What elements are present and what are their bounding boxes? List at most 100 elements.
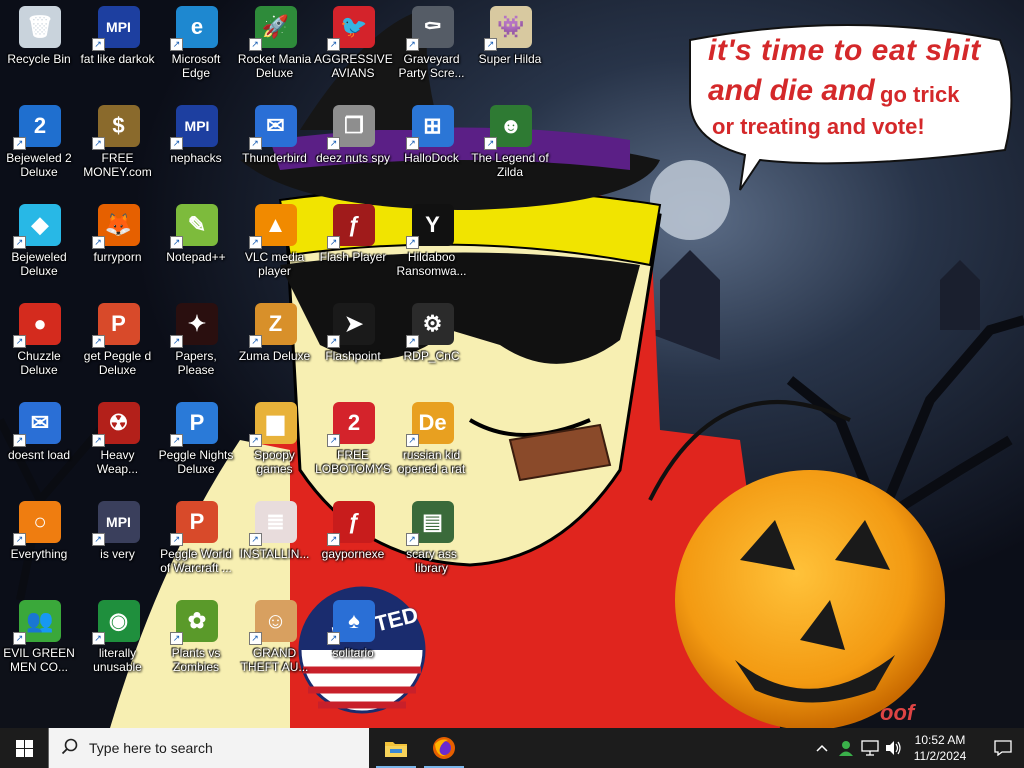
action-center-button[interactable]	[982, 728, 1024, 768]
desktop-icon-label: EVIL GREEN MEN CO...	[3, 646, 75, 674]
shortcut-arrow-icon: ↗	[405, 236, 419, 249]
shortcut-arrow-icon: ↗	[170, 137, 183, 150]
file-explorer-icon	[385, 742, 407, 757]
shortcut-arrow-icon: ↗	[405, 533, 419, 546]
desktop-icon-label: deez nuts spy	[315, 151, 391, 165]
start-button[interactable]	[0, 728, 48, 768]
desktop-icon[interactable]: ▤ ↗ scary ass library	[393, 495, 471, 591]
shortcut-arrow-icon: ↗	[327, 632, 340, 645]
desktop-icon-label: gaypornexe	[321, 547, 385, 561]
desktop-icon-label: russian kid opened a rat	[397, 448, 466, 476]
desktop-icon[interactable]: ƒ ↗ gaypornexe	[314, 495, 392, 591]
shortcut-arrow-icon: ↗	[170, 632, 183, 645]
speech-bubble-text: it's time to eat shit and die and go tri…	[688, 24, 1006, 164]
search-placeholder: Type here to search	[89, 740, 213, 756]
desktop-icon[interactable]: 🚀 ↗ Rocket Mania Deluxe	[236, 0, 314, 96]
desktop-icon[interactable]: ✿ ↗ Plants vs Zombies	[157, 594, 235, 690]
desktop-icon[interactable]: P ↗ get Peggle d Deluxe	[79, 297, 157, 393]
desktop-icon[interactable]: ➤ ↗ Flashpoint	[314, 297, 392, 393]
desktop-icon[interactable]: ♠ ↗ solitario	[314, 594, 392, 690]
shortcut-arrow-icon: ↗	[170, 38, 183, 51]
chevron-up-icon	[816, 744, 828, 752]
desktop-icon[interactable]: ⚰ ↗ Graveyard Party Scre...	[393, 0, 471, 96]
taskbar-search-box[interactable]: Type here to search	[48, 728, 369, 768]
shortcut-arrow-icon: ↗	[327, 38, 340, 51]
shortcut-arrow-icon: ↗	[13, 434, 26, 447]
corner-text: oof	[880, 700, 915, 725]
desktop-icon-label: Microsoft Edge	[171, 52, 221, 80]
desktop-icon[interactable]: P ↗ Peggle World of Warcraft ...	[157, 495, 235, 591]
desktop-icon[interactable]: 🦊 ↗ furryporn	[79, 198, 157, 294]
shortcut-arrow-icon: ↗	[91, 38, 105, 51]
desktop-icon[interactable]: ⊞ ↗ HalloDock	[393, 99, 471, 195]
desktop-icon-label: The Legend of Zilda	[471, 151, 549, 179]
desktop-icon-label: VLC media player	[244, 250, 305, 278]
desktop-icon[interactable]: 2 ↗ FREE LOBOTOMYS	[314, 396, 392, 492]
desktop-icon[interactable]: MPI ↗ fat like darkok	[79, 0, 157, 96]
desktop-icon[interactable]: ▆ ↗ Spoopy games	[236, 396, 314, 492]
shortcut-arrow-icon: ↗	[170, 434, 183, 447]
desktop-icon[interactable]: ✎ ↗ Notepad++	[157, 198, 235, 294]
desktop-icon[interactable]: ✦ ↗ Papers, Please	[157, 297, 235, 393]
desktop-icon[interactable]: MPI ↗ nephacks	[157, 99, 235, 195]
desktop-icon-label: Bejeweled 2 Deluxe	[6, 151, 72, 179]
shortcut-arrow-icon: ↗	[248, 137, 262, 150]
shortcut-arrow-icon: ↗	[13, 137, 26, 150]
desktop-icon[interactable]: 🐦 ↗ AGGRESSIVE AVIANS	[314, 0, 393, 96]
desktop-icon[interactable]: ⚙ ↗ RDP_CnC	[393, 297, 471, 393]
desktop-icon-label: Everything	[10, 547, 68, 561]
desktop-icon[interactable]: ☻ ↗ The Legend of Zilda	[471, 99, 549, 195]
show-hidden-icons-chevron[interactable]	[812, 738, 832, 758]
desktop-icon[interactable]: $ ↗ FREE MONEY.com	[79, 99, 157, 195]
shortcut-arrow-icon: ↗	[170, 533, 183, 546]
desktop-icon[interactable]: ƒ ↗ Flash Player	[314, 198, 392, 294]
tray-people-icon[interactable]	[836, 738, 856, 758]
shortcut-arrow-icon: ↗	[91, 236, 105, 249]
desktop-icon[interactable]: ☢ ↗ Heavy Weap...	[79, 396, 157, 492]
desktop-icon[interactable]: e ↗ Microsoft Edge	[157, 0, 235, 96]
desktop-icon[interactable]: De ↗ russian kid opened a rat	[393, 396, 471, 492]
taskbar-clock[interactable]: 10:52 AM 11/2/2024	[898, 732, 982, 764]
desktop-icon[interactable]: 🗑 Recycle Bin	[0, 0, 78, 96]
network-icon	[861, 740, 879, 756]
desktop-icon-label: GRAND THEFT AU...	[240, 646, 309, 674]
shortcut-arrow-icon: ↗	[405, 335, 419, 348]
desktop-icon-label: INSTALLIN...	[239, 547, 310, 561]
desktop-icon[interactable]: MPI ↗ is very	[79, 495, 157, 591]
desktop-icon[interactable]: ✉ ↗ Thunderbird	[236, 99, 314, 195]
desktop-icon[interactable]: 👾 ↗ Super Hilda	[471, 0, 549, 96]
tray-network-icon[interactable]	[860, 738, 880, 758]
shortcut-arrow-icon: ↗	[13, 632, 26, 645]
desktop-icon-label: fat like darkok	[80, 52, 155, 66]
desktop-icon[interactable]: ● ↗ Chuzzle Deluxe	[0, 297, 78, 393]
shortcut-arrow-icon: ↗	[484, 38, 497, 51]
desktop-icon[interactable]: ◆ ↗ Bejeweled Deluxe	[0, 198, 78, 294]
desktop-icon[interactable]: P ↗ Peggle Nights Deluxe	[157, 396, 235, 492]
notification-icon	[994, 740, 1012, 756]
desktop-icon[interactable]: ❐ ↗ deez nuts spy	[314, 99, 392, 195]
desktop-icon[interactable]: ≣ ↗ INSTALLIN...	[236, 495, 314, 591]
taskbar-firefox[interactable]	[420, 728, 468, 768]
desktop-icon[interactable]: 👥 ↗ EVIL GREEN MEN CO...	[0, 594, 78, 690]
recycle-bin-icon: 🗑	[19, 6, 61, 48]
clock-date: 11/2/2024	[913, 749, 967, 763]
shortcut-arrow-icon: ↗	[405, 137, 419, 150]
desktop-icon[interactable]: ✉ ↗ doesnt load	[0, 396, 78, 492]
desktop-icon[interactable]: ◉ ↗ literally unusable	[79, 594, 157, 690]
taskbar-file-explorer[interactable]	[372, 728, 420, 768]
speech-line-2b: go trick	[880, 82, 960, 107]
desktop-icon[interactable]: Y ↗ Hildaboo Ransomwa...	[393, 198, 471, 294]
desktop-icon[interactable]: ○ ↗ Everything	[0, 495, 78, 591]
shortcut-arrow-icon: ↗	[248, 632, 262, 645]
desktop-icon-label: Chuzzle Deluxe	[17, 349, 61, 377]
shortcut-arrow-icon: ↗	[327, 137, 340, 150]
desktop-icon-label: Papers, Please	[175, 349, 217, 377]
desktop-icon[interactable]: Z ↗ Zuma Deluxe	[236, 297, 314, 393]
desktop-icon[interactable]: ☺ ↗ GRAND THEFT AU...	[236, 594, 314, 690]
desktop-icon[interactable]: 2 ↗ Bejeweled 2 Deluxe	[0, 99, 78, 195]
shortcut-arrow-icon: ↗	[327, 434, 340, 447]
desktop-icon[interactable]: ▲ ↗ VLC media player	[236, 198, 314, 294]
desktop-icon-label: literally unusable	[93, 646, 142, 674]
desktop-icon-label: Heavy Weap...	[96, 448, 139, 476]
clock-time: 10:52 AM	[914, 733, 966, 747]
